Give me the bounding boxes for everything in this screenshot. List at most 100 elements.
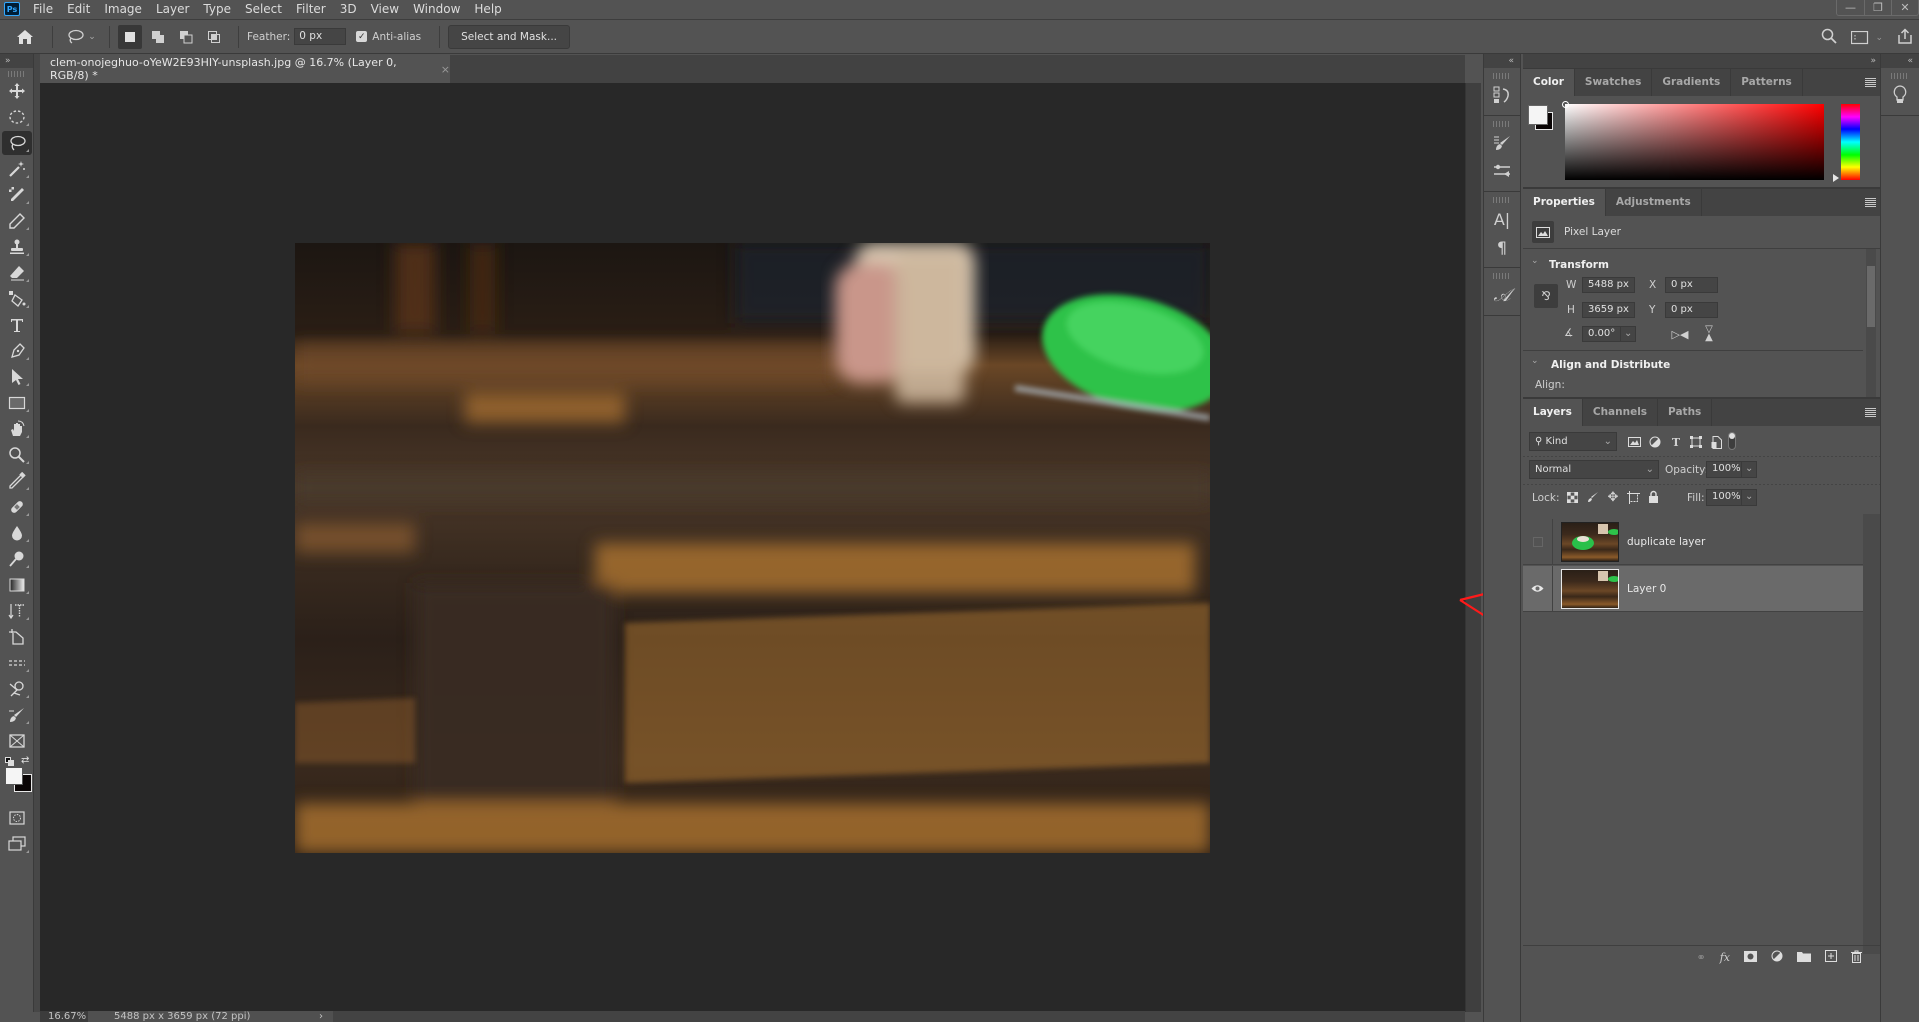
select-and-mask-button[interactable]: Select and Mask... bbox=[448, 24, 570, 49]
type-tool[interactable] bbox=[2, 313, 32, 337]
eyedropper-tool[interactable] bbox=[2, 469, 32, 493]
width-input[interactable]: 5488 px bbox=[1582, 277, 1635, 293]
properties-scroll-thumb[interactable] bbox=[1867, 266, 1875, 327]
filter-adjustment-layers-button[interactable] bbox=[1648, 435, 1662, 449]
tab-properties[interactable]: Properties bbox=[1523, 189, 1606, 216]
menu-select[interactable]: Select bbox=[238, 0, 289, 18]
brush-settings-panel-button[interactable] bbox=[1484, 129, 1520, 157]
layers-panel-menu-icon[interactable] bbox=[1865, 408, 1876, 417]
add-mask-button[interactable] bbox=[1744, 950, 1757, 965]
minimize-button[interactable]: — bbox=[1837, 0, 1864, 15]
layers-scrollbar[interactable] bbox=[1863, 514, 1880, 954]
crop-tool[interactable] bbox=[2, 625, 32, 649]
zoom-tool[interactable] bbox=[2, 443, 32, 467]
menu-view[interactable]: View bbox=[364, 0, 406, 18]
search-button[interactable] bbox=[1821, 28, 1838, 47]
pen-tool[interactable] bbox=[2, 339, 32, 363]
color-picker-cursor[interactable] bbox=[1562, 101, 1569, 108]
mixer-brush-tool[interactable] bbox=[2, 703, 32, 727]
glyphs-panel-button[interactable]: 𝒜 bbox=[1484, 281, 1520, 309]
flip-vertical-button[interactable]: ▽ ▲ bbox=[1701, 324, 1717, 344]
dock-grip[interactable] bbox=[1493, 273, 1511, 279]
new-selection-button[interactable] bbox=[118, 24, 142, 49]
angle-dropdown[interactable]: ⌄ bbox=[1620, 326, 1636, 342]
dock-grip[interactable] bbox=[1493, 121, 1511, 127]
height-input[interactable]: 3659 px bbox=[1582, 302, 1635, 318]
menu-3d[interactable]: 3D bbox=[333, 0, 364, 18]
menu-image[interactable]: Image bbox=[97, 0, 149, 18]
close-window-button[interactable]: ✕ bbox=[1891, 0, 1918, 15]
eraser-tool[interactable] bbox=[2, 261, 32, 285]
tab-patterns[interactable]: Patterns bbox=[1731, 69, 1803, 96]
properties-panel-menu-icon[interactable] bbox=[1865, 198, 1876, 207]
layer-filter-kind-select[interactable]: ⚲ Kind ⌄ bbox=[1529, 432, 1617, 451]
lasso-tool[interactable] bbox=[1, 131, 32, 155]
collapse-learn-dock-button[interactable]: « bbox=[1881, 54, 1919, 68]
collapse-toolbar-button[interactable]: » bbox=[0, 54, 33, 68]
transform-collapse-chevron[interactable]: ⌄ bbox=[1531, 256, 1539, 266]
restore-button[interactable]: ❐ bbox=[1864, 0, 1891, 15]
screen-mode-button[interactable] bbox=[2, 832, 32, 856]
move-tool[interactable] bbox=[2, 79, 32, 103]
menu-layer[interactable]: Layer bbox=[149, 0, 196, 18]
status-info-menu[interactable]: › bbox=[313, 1011, 333, 1022]
document-image[interactable] bbox=[295, 243, 1210, 853]
puppet-warp-tool[interactable] bbox=[2, 677, 32, 701]
layer-name[interactable]: Layer 0 bbox=[1627, 583, 1666, 595]
healing-brush-tool[interactable] bbox=[2, 495, 32, 519]
blur-tool[interactable] bbox=[2, 521, 32, 545]
hue-slider[interactable] bbox=[1841, 104, 1860, 180]
character-panel-button[interactable]: A| bbox=[1484, 205, 1520, 233]
blend-mode-select[interactable]: Normal ⌄ bbox=[1529, 460, 1659, 479]
tab-paths[interactable]: Paths bbox=[1658, 399, 1713, 426]
add-layer-style-button[interactable]: fx bbox=[1720, 951, 1730, 964]
line-tool[interactable] bbox=[2, 651, 32, 675]
frame-tool[interactable] bbox=[2, 729, 32, 753]
quick-mask-button[interactable] bbox=[2, 806, 32, 830]
link-dimensions-button[interactable]: ⅋ bbox=[1534, 284, 1558, 308]
dodge-tool[interactable] bbox=[2, 547, 32, 571]
menu-filter[interactable]: Filter bbox=[289, 0, 333, 18]
filter-shape-layers-button[interactable] bbox=[1689, 435, 1703, 449]
layer-row-duplicate-layer[interactable]: duplicate layer bbox=[1523, 518, 1863, 565]
tool-preset-picker[interactable]: ⌄ bbox=[61, 25, 101, 49]
close-document-button[interactable]: × bbox=[441, 63, 450, 76]
tab-adjustments[interactable]: Adjustments bbox=[1606, 189, 1702, 216]
magic-wand-tool[interactable] bbox=[2, 157, 32, 181]
fill-input[interactable]: 100% bbox=[1706, 489, 1742, 506]
filter-smart-objects-button[interactable] bbox=[1709, 435, 1723, 449]
toolbar-grip[interactable] bbox=[7, 71, 26, 77]
align-collapse-chevron[interactable]: ⌄ bbox=[1531, 356, 1539, 366]
opacity-dropdown[interactable]: ⌄ bbox=[1741, 461, 1757, 478]
y-input[interactable]: 0 px bbox=[1665, 302, 1718, 318]
menu-help[interactable]: Help bbox=[467, 0, 508, 18]
saturation-brightness-field[interactable] bbox=[1565, 104, 1824, 180]
canvas-scrollbar[interactable] bbox=[1465, 83, 1481, 1012]
document-tab[interactable]: clem-onojeghuo-oYeW2E93HIY-unsplash.jpg … bbox=[40, 55, 450, 83]
tab-gradients[interactable]: Gradients bbox=[1652, 69, 1732, 96]
menu-type[interactable]: Type bbox=[196, 0, 238, 18]
tab-channels[interactable]: Channels bbox=[1583, 399, 1659, 426]
color-sampler-tool[interactable] bbox=[2, 183, 32, 207]
hue-slider-handle[interactable] bbox=[1833, 174, 1839, 182]
hand-tool[interactable] bbox=[2, 417, 32, 441]
foreground-color-swatch[interactable] bbox=[5, 767, 23, 785]
color-panel-menu-icon[interactable] bbox=[1865, 78, 1876, 87]
menu-file[interactable]: File bbox=[26, 0, 60, 18]
layer-visibility-toggle[interactable] bbox=[1523, 565, 1553, 612]
new-group-button[interactable] bbox=[1797, 951, 1811, 965]
layer-row-layer-0[interactable]: Layer 0 bbox=[1523, 565, 1863, 612]
default-colors-button[interactable] bbox=[5, 757, 14, 766]
filter-pixel-layers-button[interactable] bbox=[1627, 435, 1641, 449]
learn-panel-button[interactable] bbox=[1881, 81, 1919, 109]
adjustments-panel-button[interactable] bbox=[1484, 157, 1520, 185]
menu-edit[interactable]: Edit bbox=[60, 0, 97, 18]
lock-image-pixels-button[interactable] bbox=[1586, 490, 1600, 504]
angle-input[interactable]: 0.00° bbox=[1582, 326, 1621, 342]
opacity-input[interactable]: 100% bbox=[1706, 461, 1742, 478]
antialias-checkbox[interactable]: ✓ bbox=[356, 31, 368, 42]
delete-layer-button[interactable] bbox=[1851, 950, 1862, 966]
history-panel-button[interactable] bbox=[1484, 81, 1520, 109]
clone-stamp-tool[interactable] bbox=[2, 235, 32, 259]
vertical-type-mask-tool[interactable] bbox=[2, 599, 32, 623]
